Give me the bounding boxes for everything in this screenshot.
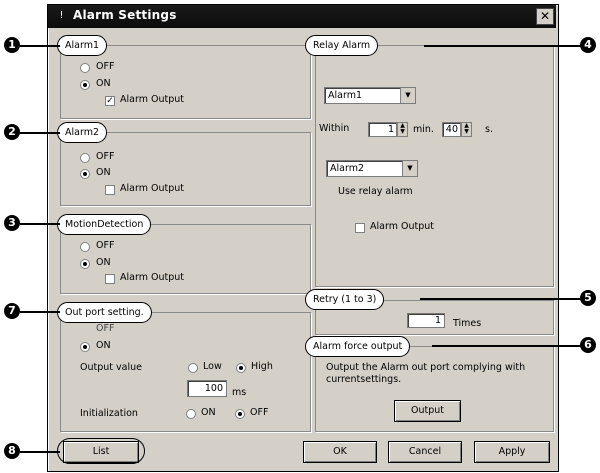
warning-icon: !: [59, 10, 64, 21]
marker-8: 8: [4, 443, 20, 459]
retry-input[interactable]: 1: [407, 313, 445, 328]
alarm-force-output-description: Output the Alarm out port complying with…: [326, 362, 526, 385]
marker-7: 7: [4, 303, 20, 319]
alarm2-alarm-output-label: Alarm Output: [120, 183, 184, 194]
retry-unit-label: Times: [453, 318, 482, 329]
output-high-radio[interactable]: [236, 363, 246, 373]
alarm2-on-radio[interactable]: [80, 169, 90, 179]
marker-1: 1: [4, 37, 20, 53]
init-off-label: OFF: [250, 407, 269, 418]
ms-input[interactable]: 100: [187, 380, 227, 397]
alarm2-off-label: OFF: [96, 151, 115, 162]
alarm2-off-radio[interactable]: [80, 153, 90, 163]
marker-1-leader: [20, 45, 60, 47]
output-low-label: Low: [203, 361, 222, 372]
marker-8-leader: [20, 451, 60, 453]
init-on-label: ON: [201, 407, 216, 418]
output-button[interactable]: Output: [394, 400, 461, 422]
alarm2-alarm-output-checkbox[interactable]: [105, 185, 115, 195]
min-unit-label: min.: [413, 124, 434, 135]
marker-4-leader: [424, 45, 584, 47]
marker-4: 4: [580, 37, 596, 53]
alarm1-on-radio[interactable]: [80, 80, 90, 90]
marker-3-leader: [20, 223, 60, 225]
alarm-force-output-caption: Alarm force output: [305, 336, 411, 357]
relay-second-select-value: Alarm2: [330, 163, 364, 174]
window-title: Alarm Settings: [73, 8, 177, 22]
sec-unit-label: s.: [485, 124, 493, 135]
out-port-caption: Out port setting.: [57, 302, 152, 323]
motion-alarm-output-label: Alarm Output: [120, 272, 184, 283]
motion-alarm-output-checkbox[interactable]: [105, 274, 115, 284]
alarm1-on-label: ON: [96, 78, 111, 89]
alarm1-off-radio[interactable]: [80, 63, 90, 73]
motion-off-radio[interactable]: [80, 242, 90, 252]
ok-button[interactable]: OK: [303, 441, 377, 463]
marker-3: 3: [4, 215, 20, 231]
marker-5: 5: [580, 290, 596, 306]
outport-on-radio[interactable]: [80, 342, 90, 352]
alarm1-off-label: OFF: [96, 61, 115, 72]
retry-caption: Retry (1 to 3): [305, 289, 385, 310]
motion-on-label: ON: [96, 257, 111, 268]
close-button[interactable]: ✕: [536, 8, 554, 25]
within-min-input[interactable]: 1: [368, 122, 397, 137]
output-high-label: High: [251, 361, 273, 372]
relay-second-select[interactable]: Alarm2 ▼: [326, 160, 418, 177]
marker-2: 2: [4, 124, 20, 140]
init-off-radio[interactable]: [235, 409, 245, 419]
alarm2-caption: Alarm2: [57, 122, 107, 143]
within-sec-input[interactable]: 40: [442, 122, 461, 137]
relay-alarm-caption: Relay Alarm: [305, 35, 379, 56]
alarm2-on-label: ON: [96, 167, 111, 178]
use-relay-alarm-label: Use relay alarm: [338, 186, 413, 197]
marker-6-leader: [432, 345, 584, 347]
marker-2-leader: [20, 132, 60, 134]
cancel-button[interactable]: Cancel: [388, 441, 462, 463]
output-value-label: Output value: [80, 362, 142, 373]
relay-first-select-value: Alarm1: [328, 90, 362, 101]
alarm1-alarm-output-label: Alarm Output: [120, 94, 184, 105]
list-button-highlight-oval: [57, 438, 145, 464]
marker-6: 6: [580, 337, 596, 353]
ms-unit-label: ms: [232, 387, 247, 398]
motion-on-radio[interactable]: [80, 259, 90, 269]
output-low-radio[interactable]: [188, 363, 198, 373]
marker-7-leader: [20, 311, 60, 313]
chevron-down-icon[interactable]: ▼: [402, 161, 417, 176]
chevron-down-icon[interactable]: ▼: [400, 88, 415, 103]
within-label: Within: [319, 123, 350, 134]
alarm1-caption: Alarm1: [57, 35, 107, 56]
outport-off-label: OFF: [96, 323, 115, 334]
motion-off-label: OFF: [96, 240, 115, 251]
relay-alarm-output-checkbox[interactable]: [355, 223, 365, 233]
initialization-label: Initialization: [80, 408, 138, 419]
min-spinner[interactable]: ▲ ▼: [397, 122, 408, 137]
init-on-radio[interactable]: [186, 409, 196, 419]
relay-first-select[interactable]: Alarm1 ▼: [324, 87, 416, 104]
motion-detection-caption: MotionDetection: [57, 214, 152, 235]
marker-5-leader: [420, 298, 584, 300]
relay-alarm-output-label: Alarm Output: [370, 221, 434, 232]
outport-on-label: ON: [96, 340, 111, 351]
alarm1-alarm-output-checkbox[interactable]: ✓: [105, 96, 115, 106]
apply-button[interactable]: Apply: [474, 441, 550, 463]
sec-spinner[interactable]: ▲ ▼: [461, 122, 472, 137]
